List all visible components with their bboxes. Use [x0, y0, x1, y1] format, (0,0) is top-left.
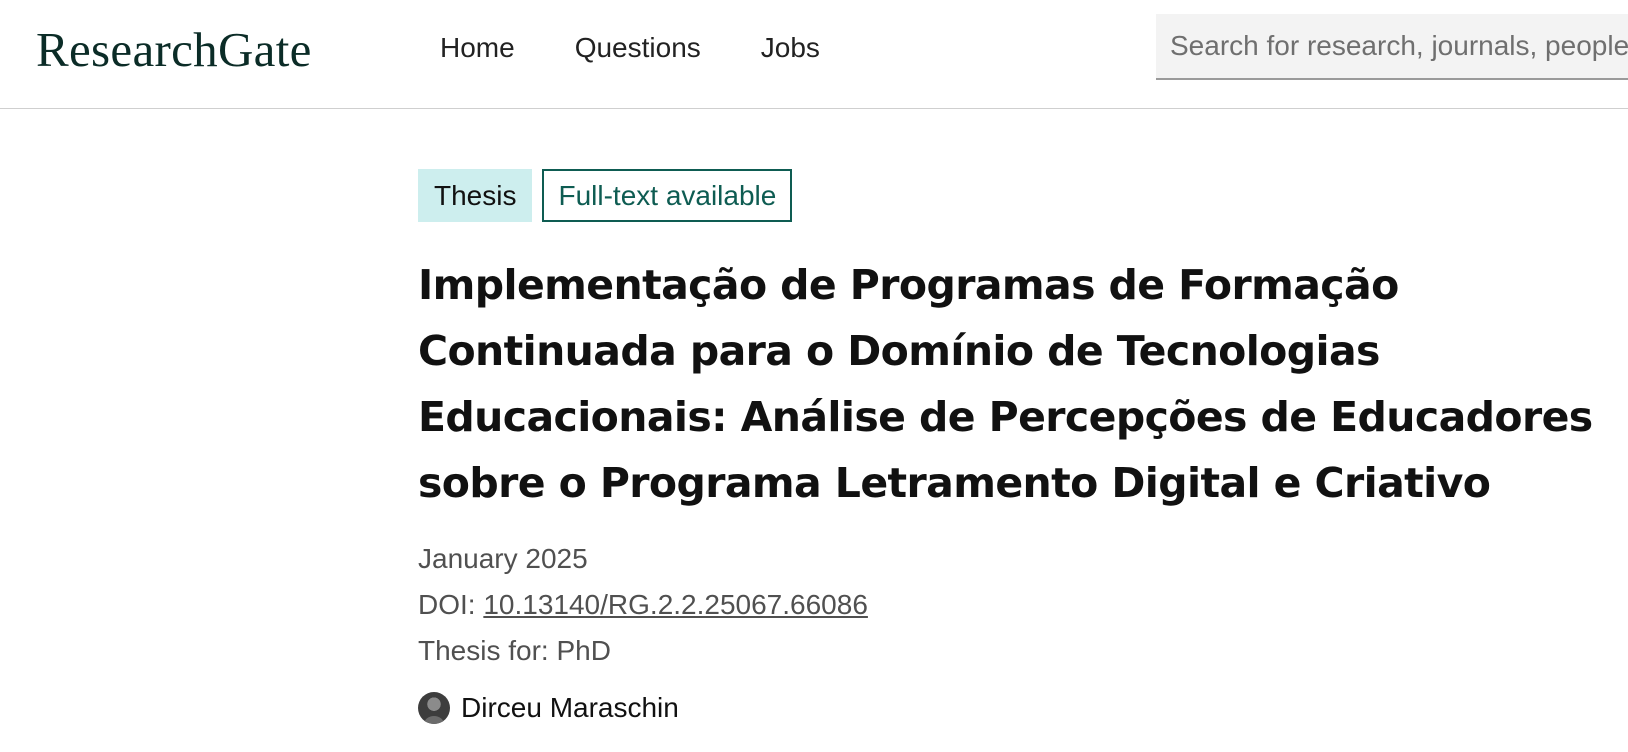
publication-meta: January 2025 DOI: 10.13140/RG.2.2.25067.… [418, 536, 1618, 674]
publication-date: January 2025 [418, 543, 588, 574]
researchgate-logo[interactable]: ResearchGate [36, 20, 312, 80]
nav-home-link[interactable]: Home [440, 30, 515, 66]
publication-title: Implementação de Programas de Formação C… [418, 261, 1593, 507]
thesis-degree: Thesis for: PhD [418, 635, 611, 666]
fulltext-available-badge[interactable]: Full-text available [542, 169, 793, 222]
publication-badges: Thesis Full-text available [418, 169, 1618, 222]
author-name[interactable]: Dirceu Maraschin [461, 690, 679, 726]
doi-link[interactable]: 10.13140/RG.2.2.25067.66086 [483, 589, 868, 620]
search-input[interactable] [1156, 14, 1628, 78]
publication-doi: DOI: 10.13140/RG.2.2.25067.66086 [418, 582, 1618, 628]
top-navigation-bar: ResearchGate Home Questions Jobs [0, 0, 1628, 109]
nav-questions-link[interactable]: Questions [575, 30, 701, 66]
author-item[interactable]: Dirceu Maraschin [418, 690, 1618, 726]
doi-label: DOI: [418, 589, 484, 620]
search-box [1156, 14, 1628, 80]
user-avatar-icon [418, 692, 450, 724]
publication-header: Thesis Full-text available Implementação… [418, 169, 1618, 726]
main-nav: Home Questions Jobs [440, 30, 820, 66]
nav-jobs-link[interactable]: Jobs [761, 30, 820, 66]
publication-type-badge: Thesis [418, 169, 533, 222]
